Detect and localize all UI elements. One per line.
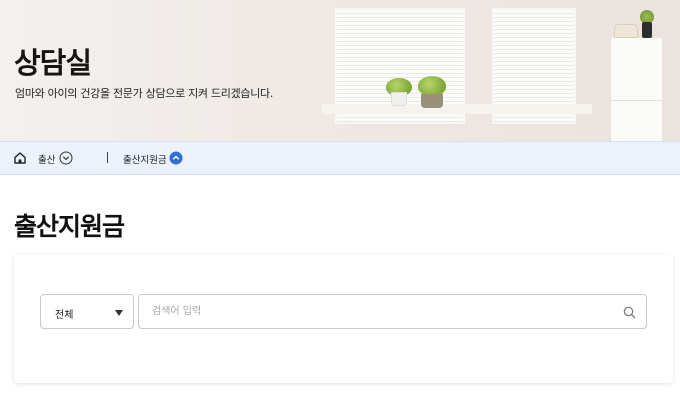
- breadcrumb-item-birth-subsidy[interactable]: 출산지원금: [123, 152, 167, 166]
- hero-banner: 상담실 엄마와 아이의 건강을 전문가 상담으로 지켜 드리겠습니다.: [0, 0, 680, 141]
- home-icon[interactable]: [13, 151, 27, 165]
- search-input[interactable]: [138, 294, 647, 329]
- breadcrumb-separator: [107, 152, 108, 163]
- telephone-image: [614, 24, 638, 38]
- cabinet-image: [610, 38, 662, 141]
- vase-image: [642, 22, 652, 38]
- caret-down-icon: [115, 310, 123, 316]
- breadcrumb-item-birth[interactable]: 출산: [38, 152, 55, 166]
- chevron-down-circle-icon[interactable]: [59, 151, 73, 165]
- category-select-value: 전체: [55, 310, 74, 321]
- hero-title: 상담실: [14, 46, 92, 80]
- hero-description: 엄마와 아이의 건강을 전문가 상담으로 지켜 드리겠습니다.: [15, 87, 274, 100]
- search-panel: 전체: [14, 255, 673, 383]
- flower-basket-image: [421, 94, 443, 108]
- page-title: 출산지원금: [14, 212, 125, 241]
- window-sill-image: [322, 104, 592, 114]
- plant-image: [418, 76, 446, 96]
- breadcrumb: 출산 출산지원금: [0, 141, 680, 175]
- search-icon[interactable]: [623, 306, 636, 319]
- flower-pot-image: [391, 92, 407, 106]
- category-select[interactable]: 전체: [40, 294, 134, 329]
- chevron-up-filled-circle-icon[interactable]: [169, 151, 183, 165]
